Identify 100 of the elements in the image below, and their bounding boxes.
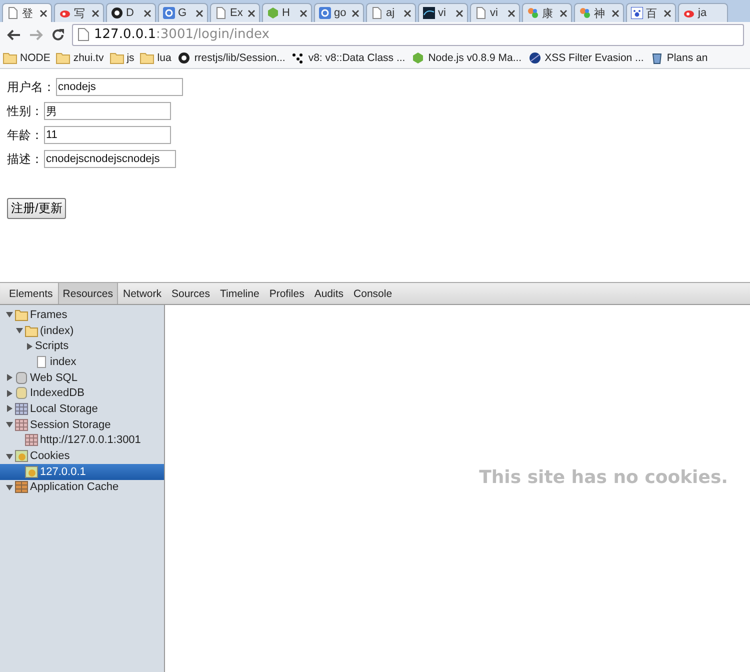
url-text: 127.0.0.1:3001/login/index [94,27,270,42]
submit-button[interactable]: 注册/更新 [7,198,66,219]
paw-icon [631,7,643,19]
wave-icon [423,7,435,19]
close-icon[interactable] [196,10,203,16]
cookie-icon [15,450,28,462]
hexagon-icon [267,7,279,19]
triangle-right-icon[interactable] [26,342,32,350]
close-icon[interactable] [404,10,411,16]
browser-tab[interactable]: H [262,3,312,22]
tree-item[interactable]: index [0,354,164,370]
bookmark[interactable]: XSS Filter Evasion ... [528,52,644,64]
colorful-logo-icon [527,7,539,19]
browser-tab[interactable]: 康 [522,3,572,22]
browser-tab[interactable]: aj [366,3,416,22]
triangle-right-icon[interactable] [6,390,12,397]
reload-icon[interactable] [50,26,66,42]
tree-item[interactable]: http://127.0.0.1:3001 [0,432,164,448]
page-icon [371,7,383,19]
devtools-tab[interactable]: Network [118,283,166,304]
letter-g-icon [319,7,331,19]
bookmark[interactable]: zhui.tv [56,52,104,64]
tree-item[interactable]: Session Storage [0,416,164,432]
devtools-tab[interactable]: Sources [166,283,216,304]
tree-item[interactable]: 127.0.0.1 [0,464,164,480]
close-icon[interactable] [352,10,359,16]
input-field[interactable]: cnodejs [56,78,183,96]
field-label: 用户名： [7,78,55,96]
bookmark[interactable]: NODE [3,52,50,64]
devtools-tab[interactable]: Elements [4,283,58,304]
devtools-tab[interactable]: Timeline [215,283,264,304]
grid-icon [25,434,38,446]
triangle-right-icon[interactable] [6,405,12,412]
address-bar[interactable]: 127.0.0.1:3001/login/index [72,24,744,46]
input-field[interactable]: 男 [44,102,171,120]
close-icon[interactable] [300,10,307,16]
browser-tab[interactable]: ja [678,3,728,22]
field-label: 年龄： [7,126,43,144]
triangle-down-icon[interactable] [6,452,12,460]
tree-item[interactable]: Frames [0,307,164,323]
devtools-tab[interactable]: Console [348,283,398,304]
tree-item[interactable]: Scripts [0,338,164,354]
colorful-logo-icon [579,7,591,19]
triangle-down-icon[interactable] [6,311,12,318]
close-icon[interactable] [248,10,255,16]
browser-tab[interactable]: go [314,3,364,22]
cat-icon [111,7,123,19]
close-icon[interactable] [508,10,515,16]
grid-icon [15,481,28,494]
bookmark[interactable]: lua [140,52,172,64]
tree-item[interactable]: Cookies [0,448,164,464]
close-icon[interactable] [144,10,151,16]
page-icon [215,7,227,19]
browser-tab[interactable]: Ex [210,3,260,22]
folder-icon [110,52,124,64]
close-icon[interactable] [664,10,671,16]
folder-icon [56,52,70,64]
browser-tab[interactable]: 登 [2,3,52,22]
bin-icon [650,52,664,64]
bookmark[interactable]: js [110,52,134,64]
tree-item[interactable]: Local Storage [0,401,164,417]
browser-tab[interactable]: 神 [574,3,624,22]
close-icon[interactable] [456,10,463,16]
folder-icon [15,308,28,321]
close-icon[interactable] [40,10,47,16]
dots-icon [291,52,306,64]
bookmark[interactable]: rrestjs/lib/Session... [177,52,286,64]
globe-icon [528,52,542,64]
browser-tab[interactable]: vi [418,3,468,22]
browser-tab[interactable]: vi [470,3,520,22]
tree-item[interactable]: Web SQL [0,370,164,386]
tree-item[interactable]: Application Cache [0,480,164,496]
devtools-tab[interactable]: Audits [309,283,349,304]
tree-item[interactable]: (index) [0,322,164,338]
cat-icon [177,52,192,64]
bookmark[interactable]: v8: v8::Data Class ... [291,52,406,64]
close-icon[interactable] [560,10,567,16]
bookmark[interactable]: Node.js v0.8.9 Ma... [411,52,522,64]
browser-tab[interactable]: 写 [54,3,104,22]
tree-item[interactable]: IndexedDB [0,385,164,402]
triangle-down-icon[interactable] [16,327,22,334]
grid-icon [15,418,28,431]
browser-tab[interactable]: 百 [626,3,676,22]
bookmark[interactable]: Plans an [650,52,708,64]
cookie-icon [25,466,38,478]
input-field[interactable]: cnodejscnodejscnodejs [44,150,176,168]
triangle-right-icon[interactable] [6,374,12,382]
letter-g-icon [163,7,175,19]
hexagon-icon [411,52,426,64]
browser-tab[interactable]: D [106,3,156,22]
browser-tab[interactable]: G [158,3,208,22]
triangle-down-icon[interactable] [6,421,12,428]
close-icon[interactable] [92,10,99,16]
field-label: 描述： [7,150,43,168]
triangle-down-icon[interactable] [6,484,12,491]
input-field[interactable]: 11 [44,126,171,144]
grid-icon [15,402,28,415]
devtools-tab[interactable]: Profiles [264,283,310,304]
devtools-tab[interactable]: Resources [58,283,118,304]
close-icon[interactable] [612,10,619,16]
